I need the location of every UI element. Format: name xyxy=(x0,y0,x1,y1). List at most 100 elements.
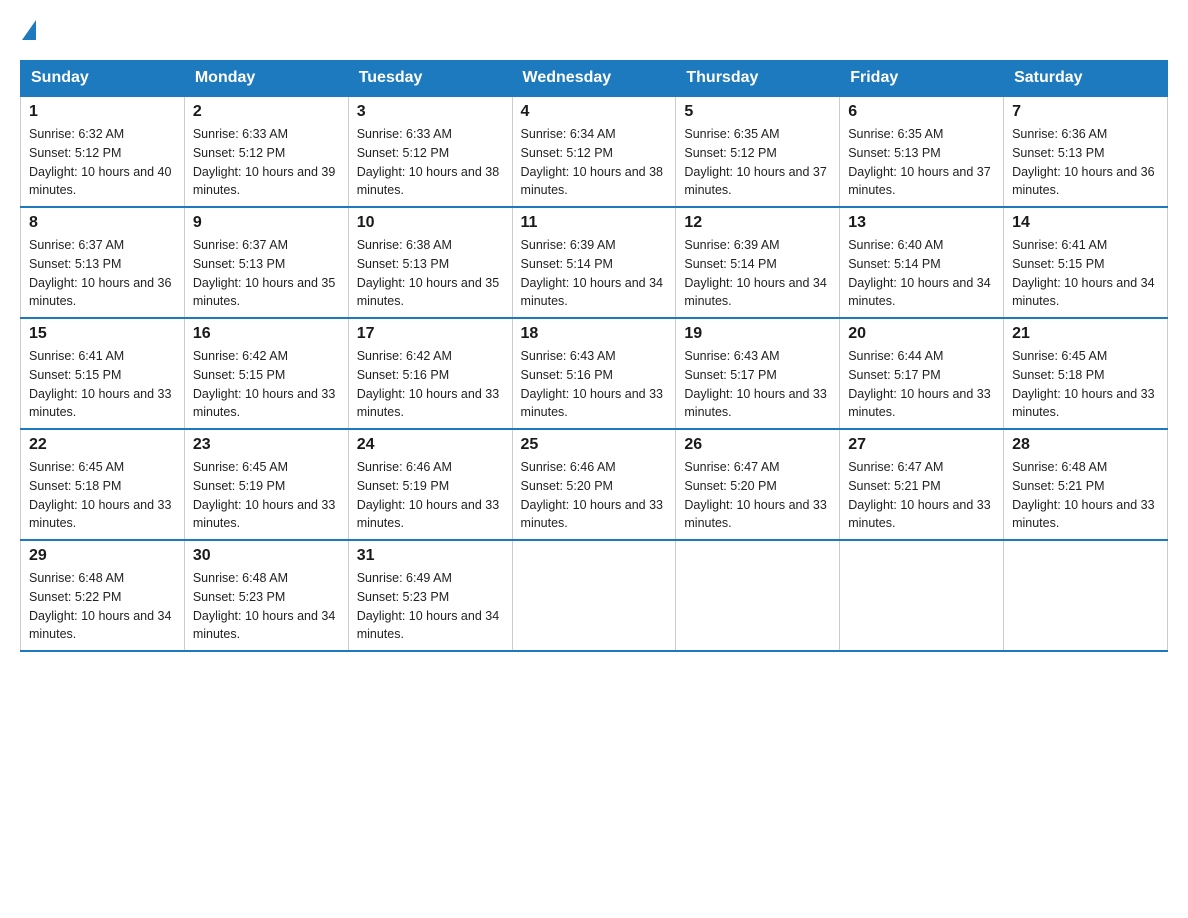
calendar-day: 9 Sunrise: 6:37 AMSunset: 5:13 PMDayligh… xyxy=(184,207,348,318)
calendar-day: 13 Sunrise: 6:40 AMSunset: 5:14 PMDaylig… xyxy=(840,207,1004,318)
day-detail: Sunrise: 6:46 AMSunset: 5:19 PMDaylight:… xyxy=(357,460,499,530)
day-detail: Sunrise: 6:47 AMSunset: 5:20 PMDaylight:… xyxy=(684,460,826,530)
calendar-day: 27 Sunrise: 6:47 AMSunset: 5:21 PMDaylig… xyxy=(840,429,1004,540)
day-header-wednesday: Wednesday xyxy=(512,61,676,97)
calendar-day: 29 Sunrise: 6:48 AMSunset: 5:22 PMDaylig… xyxy=(21,540,185,651)
day-detail: Sunrise: 6:48 AMSunset: 5:21 PMDaylight:… xyxy=(1012,460,1154,530)
calendar-day: 19 Sunrise: 6:43 AMSunset: 5:17 PMDaylig… xyxy=(676,318,840,429)
day-number: 29 xyxy=(29,547,176,565)
day-detail: Sunrise: 6:48 AMSunset: 5:22 PMDaylight:… xyxy=(29,571,171,641)
day-number: 22 xyxy=(29,436,176,454)
day-detail: Sunrise: 6:37 AMSunset: 5:13 PMDaylight:… xyxy=(193,238,335,308)
calendar-day: 2 Sunrise: 6:33 AMSunset: 5:12 PMDayligh… xyxy=(184,96,348,207)
day-number: 5 xyxy=(684,103,831,121)
day-detail: Sunrise: 6:49 AMSunset: 5:23 PMDaylight:… xyxy=(357,571,499,641)
day-header-sunday: Sunday xyxy=(21,61,185,97)
day-detail: Sunrise: 6:35 AMSunset: 5:13 PMDaylight:… xyxy=(848,127,990,197)
day-number: 13 xyxy=(848,214,995,232)
calendar-day: 1 Sunrise: 6:32 AMSunset: 5:12 PMDayligh… xyxy=(21,96,185,207)
calendar-week-4: 22 Sunrise: 6:45 AMSunset: 5:18 PMDaylig… xyxy=(21,429,1168,540)
day-number: 24 xyxy=(357,436,504,454)
day-header-monday: Monday xyxy=(184,61,348,97)
calendar-day: 31 Sunrise: 6:49 AMSunset: 5:23 PMDaylig… xyxy=(348,540,512,651)
day-detail: Sunrise: 6:35 AMSunset: 5:12 PMDaylight:… xyxy=(684,127,826,197)
day-detail: Sunrise: 6:45 AMSunset: 5:19 PMDaylight:… xyxy=(193,460,335,530)
day-detail: Sunrise: 6:48 AMSunset: 5:23 PMDaylight:… xyxy=(193,571,335,641)
day-detail: Sunrise: 6:38 AMSunset: 5:13 PMDaylight:… xyxy=(357,238,499,308)
day-number: 9 xyxy=(193,214,340,232)
logo xyxy=(20,20,38,40)
calendar-day: 15 Sunrise: 6:41 AMSunset: 5:15 PMDaylig… xyxy=(21,318,185,429)
day-number: 10 xyxy=(357,214,504,232)
calendar-day: 3 Sunrise: 6:33 AMSunset: 5:12 PMDayligh… xyxy=(348,96,512,207)
calendar-day: 14 Sunrise: 6:41 AMSunset: 5:15 PMDaylig… xyxy=(1004,207,1168,318)
day-detail: Sunrise: 6:47 AMSunset: 5:21 PMDaylight:… xyxy=(848,460,990,530)
calendar-day: 28 Sunrise: 6:48 AMSunset: 5:21 PMDaylig… xyxy=(1004,429,1168,540)
day-header-tuesday: Tuesday xyxy=(348,61,512,97)
calendar-table: SundayMondayTuesdayWednesdayThursdayFrid… xyxy=(20,60,1168,652)
calendar-week-1: 1 Sunrise: 6:32 AMSunset: 5:12 PMDayligh… xyxy=(21,96,1168,207)
day-number: 19 xyxy=(684,325,831,343)
calendar-day: 23 Sunrise: 6:45 AMSunset: 5:19 PMDaylig… xyxy=(184,429,348,540)
day-detail: Sunrise: 6:41 AMSunset: 5:15 PMDaylight:… xyxy=(29,349,171,419)
day-number: 12 xyxy=(684,214,831,232)
page-header xyxy=(20,20,1168,40)
calendar-day: 4 Sunrise: 6:34 AMSunset: 5:12 PMDayligh… xyxy=(512,96,676,207)
day-detail: Sunrise: 6:43 AMSunset: 5:16 PMDaylight:… xyxy=(521,349,663,419)
day-number: 21 xyxy=(1012,325,1159,343)
calendar-week-2: 8 Sunrise: 6:37 AMSunset: 5:13 PMDayligh… xyxy=(21,207,1168,318)
day-detail: Sunrise: 6:32 AMSunset: 5:12 PMDaylight:… xyxy=(29,127,171,197)
day-number: 6 xyxy=(848,103,995,121)
calendar-day xyxy=(676,540,840,651)
header-row: SundayMondayTuesdayWednesdayThursdayFrid… xyxy=(21,61,1168,97)
day-number: 14 xyxy=(1012,214,1159,232)
day-detail: Sunrise: 6:37 AMSunset: 5:13 PMDaylight:… xyxy=(29,238,171,308)
calendar-day: 30 Sunrise: 6:48 AMSunset: 5:23 PMDaylig… xyxy=(184,540,348,651)
calendar-day: 7 Sunrise: 6:36 AMSunset: 5:13 PMDayligh… xyxy=(1004,96,1168,207)
day-number: 16 xyxy=(193,325,340,343)
day-header-saturday: Saturday xyxy=(1004,61,1168,97)
calendar-day: 21 Sunrise: 6:45 AMSunset: 5:18 PMDaylig… xyxy=(1004,318,1168,429)
day-number: 7 xyxy=(1012,103,1159,121)
day-detail: Sunrise: 6:33 AMSunset: 5:12 PMDaylight:… xyxy=(193,127,335,197)
day-detail: Sunrise: 6:39 AMSunset: 5:14 PMDaylight:… xyxy=(521,238,663,308)
day-number: 31 xyxy=(357,547,504,565)
day-detail: Sunrise: 6:34 AMSunset: 5:12 PMDaylight:… xyxy=(521,127,663,197)
calendar-day: 26 Sunrise: 6:47 AMSunset: 5:20 PMDaylig… xyxy=(676,429,840,540)
day-number: 2 xyxy=(193,103,340,121)
day-detail: Sunrise: 6:40 AMSunset: 5:14 PMDaylight:… xyxy=(848,238,990,308)
day-number: 30 xyxy=(193,547,340,565)
day-detail: Sunrise: 6:43 AMSunset: 5:17 PMDaylight:… xyxy=(684,349,826,419)
calendar-day: 18 Sunrise: 6:43 AMSunset: 5:16 PMDaylig… xyxy=(512,318,676,429)
calendar-day: 12 Sunrise: 6:39 AMSunset: 5:14 PMDaylig… xyxy=(676,207,840,318)
day-detail: Sunrise: 6:39 AMSunset: 5:14 PMDaylight:… xyxy=(684,238,826,308)
logo-triangle-icon xyxy=(22,20,36,40)
day-number: 11 xyxy=(521,214,668,232)
calendar-day: 25 Sunrise: 6:46 AMSunset: 5:20 PMDaylig… xyxy=(512,429,676,540)
calendar-day: 16 Sunrise: 6:42 AMSunset: 5:15 PMDaylig… xyxy=(184,318,348,429)
calendar-body: 1 Sunrise: 6:32 AMSunset: 5:12 PMDayligh… xyxy=(21,96,1168,651)
day-detail: Sunrise: 6:42 AMSunset: 5:15 PMDaylight:… xyxy=(193,349,335,419)
calendar-day: 6 Sunrise: 6:35 AMSunset: 5:13 PMDayligh… xyxy=(840,96,1004,207)
day-number: 17 xyxy=(357,325,504,343)
day-number: 1 xyxy=(29,103,176,121)
calendar-day xyxy=(512,540,676,651)
day-header-friday: Friday xyxy=(840,61,1004,97)
calendar-day: 10 Sunrise: 6:38 AMSunset: 5:13 PMDaylig… xyxy=(348,207,512,318)
day-number: 4 xyxy=(521,103,668,121)
calendar-week-5: 29 Sunrise: 6:48 AMSunset: 5:22 PMDaylig… xyxy=(21,540,1168,651)
calendar-day xyxy=(1004,540,1168,651)
calendar-day: 17 Sunrise: 6:42 AMSunset: 5:16 PMDaylig… xyxy=(348,318,512,429)
day-detail: Sunrise: 6:36 AMSunset: 5:13 PMDaylight:… xyxy=(1012,127,1154,197)
day-header-thursday: Thursday xyxy=(676,61,840,97)
day-number: 20 xyxy=(848,325,995,343)
day-number: 25 xyxy=(521,436,668,454)
calendar-week-3: 15 Sunrise: 6:41 AMSunset: 5:15 PMDaylig… xyxy=(21,318,1168,429)
day-detail: Sunrise: 6:41 AMSunset: 5:15 PMDaylight:… xyxy=(1012,238,1154,308)
calendar-day: 20 Sunrise: 6:44 AMSunset: 5:17 PMDaylig… xyxy=(840,318,1004,429)
day-number: 28 xyxy=(1012,436,1159,454)
day-detail: Sunrise: 6:46 AMSunset: 5:20 PMDaylight:… xyxy=(521,460,663,530)
calendar-day xyxy=(840,540,1004,651)
calendar-header: SundayMondayTuesdayWednesdayThursdayFrid… xyxy=(21,61,1168,97)
day-number: 18 xyxy=(521,325,668,343)
